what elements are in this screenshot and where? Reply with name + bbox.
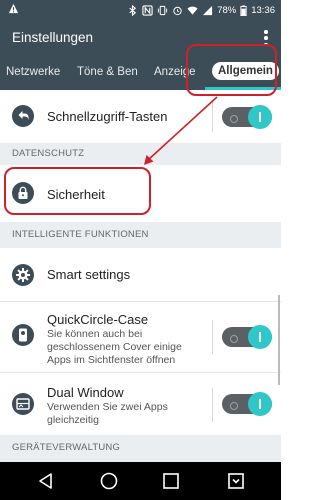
alarm-icon: [173, 6, 182, 15]
schnellzugriff-toggle[interactable]: [222, 105, 272, 129]
recent-apps-icon[interactable]: [159, 469, 183, 493]
row-title: Schnellzugriff-Tasten: [47, 109, 168, 124]
row-quickcircle-case[interactable]: QuickCircle-Case Sie können auch bei ges…: [0, 302, 281, 373]
tab-netzwerke[interactable]: Netzwerke: [6, 66, 60, 78]
scrollbar[interactable]: [278, 295, 280, 385]
back-arrow-icon: [12, 105, 34, 127]
app-title: Einstellungen: [12, 30, 94, 45]
row-title: Dual Window: [47, 385, 124, 400]
section-header-geraeteverwaltung: GERÄTEVERWALTUNG: [0, 435, 281, 462]
divider: [212, 388, 213, 422]
row-title: QuickCircle-Case: [47, 312, 149, 327]
home-icon[interactable]: [97, 469, 121, 493]
row-summary: Sie können auch bei geschlossenem Cover …: [47, 328, 182, 366]
clock: 13:36: [251, 4, 275, 16]
quickcircle-case-icon: [12, 324, 34, 346]
divider: [212, 320, 213, 354]
row-dual-window[interactable]: Dual Window Verwenden Sie zwei Apps glei…: [0, 373, 281, 435]
annotation-box-allgemein: [186, 44, 277, 96]
settings-list[interactable]: Schnellzugriff-Tasten DATENSCHUTZ Sicher…: [0, 90, 281, 462]
section-header-intelligente-funktionen: INTELLIGENTE FUNKTIONEN: [0, 222, 281, 248]
dual-window-icon: [12, 393, 34, 415]
status-bar: 78% 13:36: [0, 0, 281, 20]
tab-toene-benachrichtigungen[interactable]: Töne & Ben: [77, 66, 138, 78]
divider: [212, 102, 213, 132]
wifi-icon: [187, 6, 198, 15]
signal-icon: [203, 5, 213, 15]
annotation-box-sicherheit: [4, 167, 151, 215]
battery-icon: [240, 4, 247, 16]
vibrate-icon: [158, 5, 168, 15]
battery-percent: 78%: [217, 4, 237, 16]
dual-window-toggle[interactable]: [222, 392, 272, 416]
row-summary: Verwenden Sie zwei Apps gleichzeitig: [47, 401, 168, 426]
row-smart-settings[interactable]: Smart settings: [0, 248, 281, 302]
gear-icon: [12, 264, 34, 286]
nfc-icon: [142, 4, 153, 16]
bluetooth-icon: [129, 4, 137, 16]
notification-panel-icon[interactable]: [224, 469, 248, 493]
section-header-datenschutz: DATENSCHUTZ: [0, 143, 281, 165]
row-title: Smart settings: [47, 267, 131, 282]
navigation-bar: [0, 462, 281, 500]
back-icon[interactable]: [34, 469, 58, 493]
quickcircle-toggle[interactable]: [222, 325, 272, 349]
warning-icon: [8, 3, 19, 14]
row-schnellzugriff[interactable]: Schnellzugriff-Tasten: [0, 90, 281, 143]
